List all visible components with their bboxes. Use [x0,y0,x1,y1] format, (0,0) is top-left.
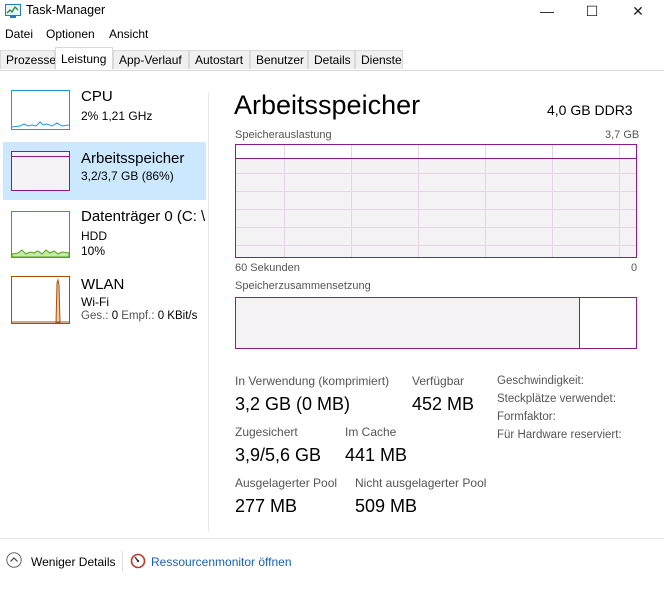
sidebar-item-label: Datenträger 0 (C: \ [81,208,206,225]
wlan-thumbnail-graph [11,276,70,324]
sidebar-item-memory[interactable]: Arbeitsspeicher 3,2/3,7 GB (86%) [3,142,206,200]
speed-label: Geschwindigkeit: [497,375,584,387]
in-use-value: 3,2 GB (0 MB) [235,394,351,414]
cpu-thumbnail-graph [11,90,70,130]
disk-type: HDD [81,229,107,243]
close-button[interactable]: ✕ [615,0,661,22]
menu-optionen[interactable]: Optionen [46,27,95,41]
chevron-up-icon[interactable] [6,552,22,568]
graph-time-right: 0 [631,262,638,274]
tab-dienste[interactable]: Dienste [355,50,403,69]
wlan-throughput: Ges.: 0 Empf.: 0 KBit/s [81,310,197,322]
memory-composition-bar [235,297,637,349]
window-title: Task-Manager [26,3,106,17]
in-use-label: In Verwendung (komprimiert) [235,374,390,388]
resource-monitor-link[interactable]: Ressourcenmonitor öffnen [151,555,292,569]
memory-thumbnail-graph [11,151,70,191]
usage-graph-label: Speicherauslastung [235,129,332,141]
composition-label: Speicherzusammensetzung [235,280,371,292]
nonpaged-pool-value: 509 MB [355,496,418,516]
sidebar-item-cpu[interactable]: CPU 2% 1,21 GHz [3,84,206,142]
hardware-reserved-label: Für Hardware reserviert: [497,429,622,441]
tab-prozesse[interactable]: Prozesse [0,50,56,69]
sidebar-item-disk[interactable]: Datenträger 0 (C: \ HDD 10% [3,204,206,262]
menu-ansicht[interactable]: Ansicht [109,27,148,41]
available-label: Verfügbar [412,374,465,388]
maximize-button[interactable]: ☐ [569,0,615,22]
resource-monitor-icon [130,553,146,569]
tab-autostart[interactable]: Autostart [189,50,250,69]
panel-divider [208,92,209,532]
paged-pool-label: Ausgelagerter Pool [235,476,338,490]
page-title: Arbeitsspeicher [234,90,421,120]
task-manager-icon [5,4,21,18]
nonpaged-pool-label: Nicht ausgelagerter Pool [355,476,487,490]
tab-leistung[interactable]: Leistung [55,47,113,70]
sidebar-item-label: WLAN [81,276,125,293]
sidebar-item-wlan[interactable]: WLAN Wi-Fi Ges.: 0 Empf.: 0 KBit/s [3,270,206,328]
tab-app-verlauf[interactable]: App-Verlauf [113,50,189,69]
bottom-divider [0,538,664,539]
memory-spec: 4,0 GB DDR3 [547,102,633,118]
memory-usage-graph [235,144,637,258]
menu-datei[interactable]: Datei [5,27,33,41]
receive-value: 0 KBit/s [157,310,198,322]
receive-label: Empf.: [118,310,158,322]
disk-thumbnail-graph [11,211,70,258]
slots-used-label: Steckplätze verwendet: [497,393,616,405]
wlan-adapter: Wi-Fi [81,295,109,309]
disk-usage: 10% [81,244,106,258]
committed-label: Zugesichert [235,425,298,439]
memory-summary: 3,2/3,7 GB (86%) [81,169,174,183]
available-value: 452 MB [412,394,475,414]
tab-details[interactable]: Details [308,50,355,69]
cpu-summary: 2% 1,21 GHz [81,109,153,123]
sidebar-item-label: CPU [81,88,113,105]
graph-time-left: 60 Sekunden [235,262,300,274]
tab-benutzer[interactable]: Benutzer [250,50,308,69]
cached-label: Im Cache [345,425,397,439]
send-label: Ges.: [81,310,112,322]
committed-value: 3,9/5,6 GB [235,445,322,465]
memory-in-use-segment [236,298,580,348]
cached-value: 441 MB [345,445,408,465]
paged-pool-value: 277 MB [235,496,298,516]
minimize-button[interactable]: — [524,0,570,22]
bottom-separator [122,551,123,571]
fewer-details-button[interactable]: Weniger Details [31,555,115,569]
usage-graph-max: 3,7 GB [605,129,640,141]
sidebar-item-label: Arbeitsspeicher [81,150,185,167]
form-factor-label: Formfaktor: [497,411,556,423]
